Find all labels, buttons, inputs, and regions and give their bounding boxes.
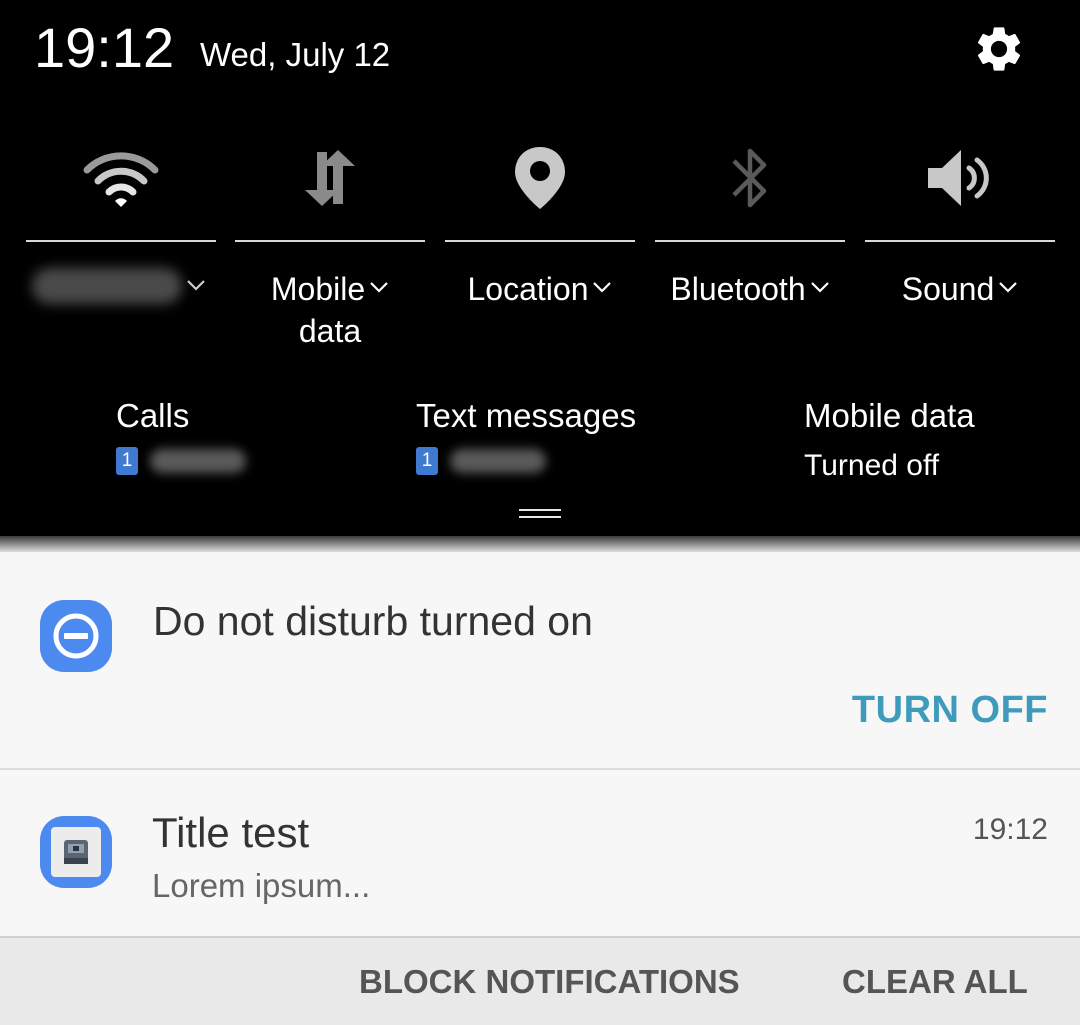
notification-body: Lorem ipsum... — [152, 867, 371, 904]
settings-button[interactable] — [966, 16, 1032, 82]
notification-title: Title test — [152, 809, 310, 856]
notification-action-bar: BLOCK NOTIFICATIONS CLEAR ALL — [0, 936, 1080, 1025]
tile-indicator-line — [655, 240, 845, 242]
test-app-icon — [40, 816, 112, 888]
sim-badge: 1 — [416, 447, 438, 475]
notification-time: 19:12 — [972, 813, 1048, 846]
bluetooth-icon — [732, 148, 767, 208]
tile-location[interactable]: Location — [445, 130, 635, 360]
dnd-title: Do not disturb turned on — [153, 598, 593, 644]
mobile-data-status: Turned off — [804, 449, 940, 482]
sim-text-messages[interactable]: Text messages 1 — [416, 396, 636, 476]
wifi-network-name-redacted — [32, 268, 182, 304]
speaker-icon — [928, 150, 989, 206]
chevron-down-icon — [999, 282, 1018, 293]
dnd-app-icon — [40, 600, 112, 672]
tile-label: Location — [445, 268, 635, 310]
notification-list: Do not disturb turned on TURN OFF Title … — [0, 552, 1080, 1025]
tile-indicator-line — [235, 240, 425, 242]
tile-wifi[interactable] — [26, 130, 216, 360]
tile-indicator-line — [26, 240, 216, 242]
carrier-name-redacted — [450, 449, 546, 473]
status-date: Wed, July 12 — [200, 36, 391, 73]
sim-texts-title: Text messages — [416, 397, 637, 434]
carrier-name-redacted — [150, 449, 246, 473]
turn-off-button[interactable]: TURN OFF — [852, 688, 1048, 732]
sim-calls-title: Calls — [116, 397, 190, 434]
tile-indicator-line — [865, 240, 1055, 242]
tile-label: Mobile data — [235, 268, 425, 352]
sim-mobile-data[interactable]: Mobile data Turned off — [804, 396, 975, 484]
location-pin-icon — [515, 147, 565, 209]
chevron-down-icon — [370, 282, 388, 293]
notification-title-test[interactable]: Title test Lorem ipsum... 19:12 — [0, 770, 1080, 936]
chevron-down-icon — [187, 280, 205, 291]
status-time: 19:12 — [34, 16, 175, 79]
quick-settings-panel: 19:12 Wed, July 12 Mobile data Location … — [0, 0, 1080, 540]
notification-dnd[interactable]: Do not disturb turned on TURN OFF — [0, 552, 1080, 768]
chevron-down-icon — [810, 282, 829, 293]
gear-icon — [977, 27, 1021, 71]
sim-badge: 1 — [116, 447, 138, 475]
tile-label: Bluetooth — [655, 268, 845, 310]
app-thumbnail-icon — [51, 827, 101, 877]
tile-sound[interactable]: Sound — [865, 130, 1055, 360]
tile-indicator-line — [445, 240, 635, 242]
wifi-icon — [83, 152, 159, 207]
drag-handle[interactable] — [519, 509, 561, 519]
tile-label: Sound — [865, 268, 1055, 310]
sim-calls[interactable]: Calls 1 — [116, 396, 246, 476]
tile-bluetooth[interactable]: Bluetooth — [655, 130, 845, 360]
clear-all-button[interactable]: CLEAR ALL — [842, 962, 1028, 1002]
block-notifications-button[interactable]: BLOCK NOTIFICATIONS — [359, 962, 740, 1002]
data-arrows-icon — [305, 150, 355, 206]
chevron-down-icon — [593, 282, 612, 293]
tile-mobile-data[interactable]: Mobile data — [235, 130, 425, 360]
sim-mobile-data-title: Mobile data — [804, 397, 975, 434]
do-not-disturb-icon — [53, 613, 99, 659]
